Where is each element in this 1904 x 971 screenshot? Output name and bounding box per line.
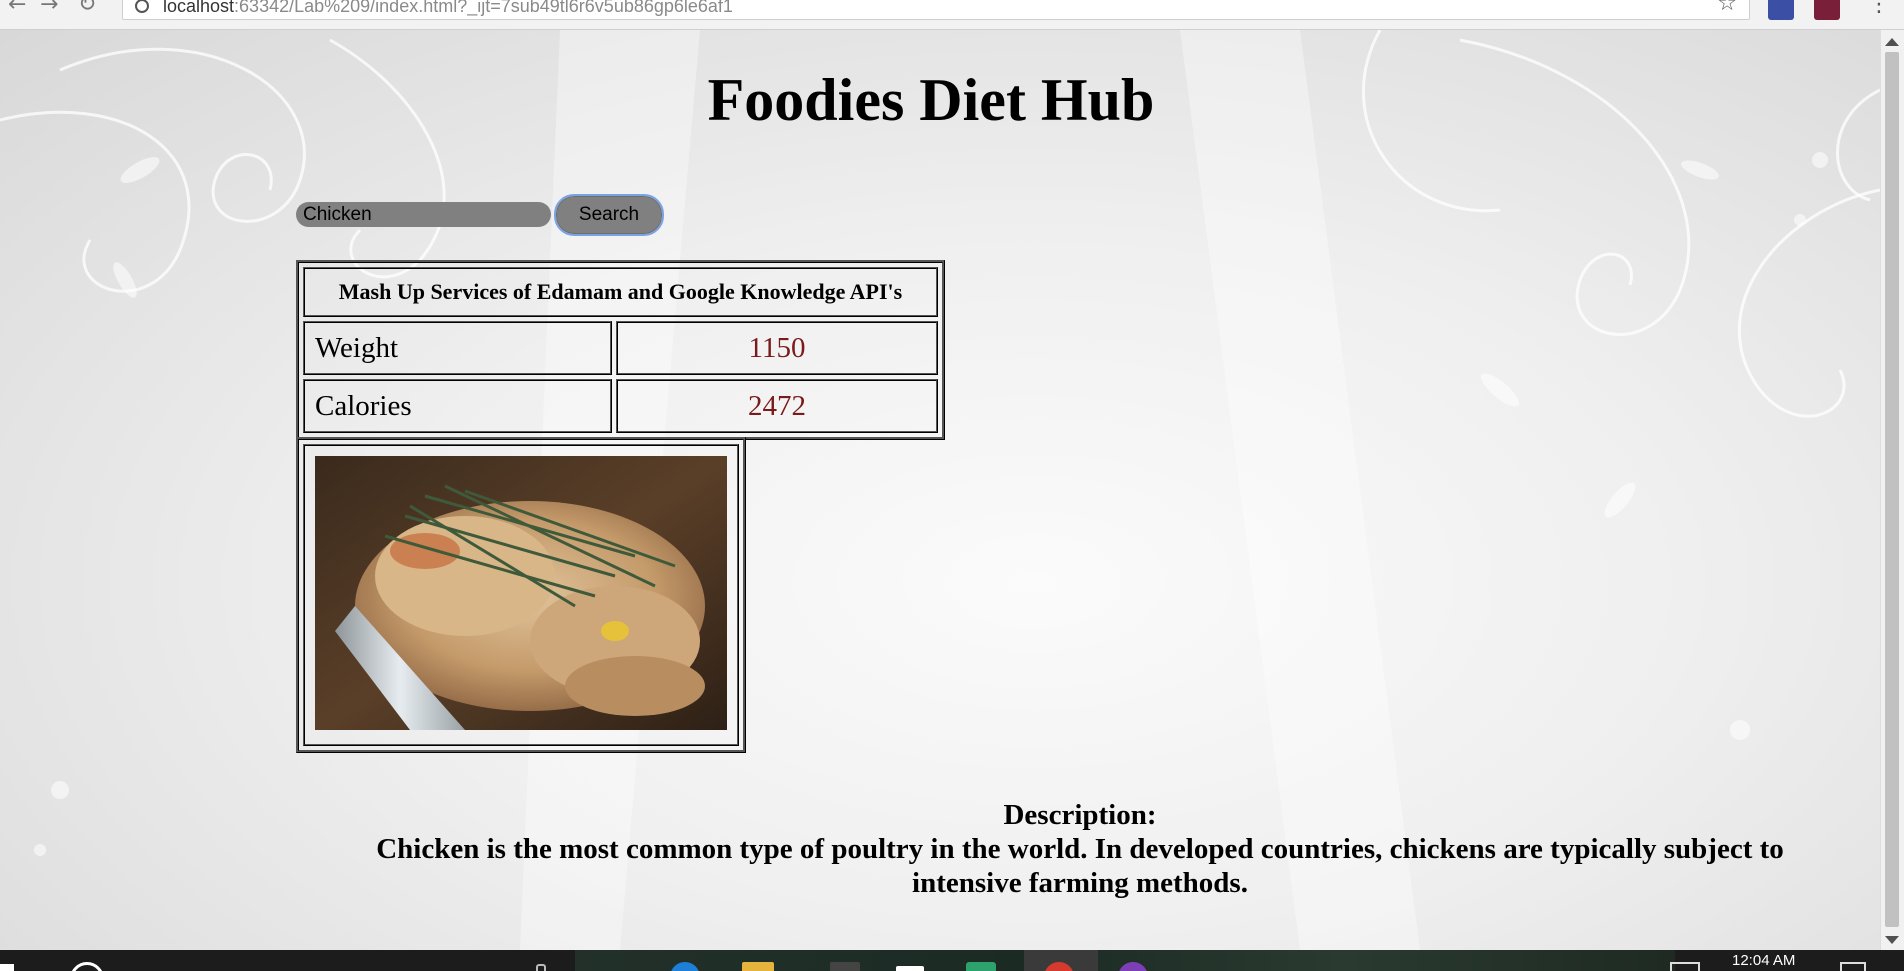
app-icon[interactable] <box>966 962 996 971</box>
extension-icon[interactable] <box>1814 0 1840 20</box>
page-background: Foodies Diet Hub Search Mash Up Services… <box>0 30 1880 950</box>
description-text: Chicken is the most common type of poult… <box>376 833 1784 899</box>
taskbar: 12:04 AM <box>0 950 1904 971</box>
table-header-row: Mash Up Services of Edamam and Google Kn… <box>303 267 938 317</box>
scroll-down-arrow-icon[interactable] <box>1885 936 1899 944</box>
table-row: Weight 1150 <box>303 321 938 375</box>
reload-icon[interactable]: ↻ <box>78 0 96 17</box>
table-header: Mash Up Services of Edamam and Google Kn… <box>303 267 938 317</box>
image-table <box>296 437 746 753</box>
results-table: Mash Up Services of Edamam and Google Kn… <box>296 260 945 440</box>
image-row <box>303 444 739 746</box>
weight-label: Weight <box>303 321 612 375</box>
notification-icon[interactable] <box>1840 962 1866 971</box>
calories-value: 2472 <box>616 379 938 433</box>
scroll-up-arrow-icon[interactable] <box>1885 38 1899 46</box>
forward-arrow-icon[interactable]: → <box>40 0 58 17</box>
address-bar[interactable]: localhost:63342/Lab%209/index.html?_ijt=… <box>122 0 1750 20</box>
extension-z-icon[interactable] <box>1768 0 1794 20</box>
url-host: localhost <box>163 0 235 16</box>
bookmark-star-icon[interactable]: ☆ <box>1717 0 1737 16</box>
back-arrow-icon[interactable]: ← <box>8 0 26 17</box>
search-button[interactable]: Search <box>554 194 664 236</box>
info-icon[interactable] <box>135 0 149 13</box>
url-port-path: :63342/Lab%209/index.html?_ijt=7sub49tl6… <box>234 0 733 16</box>
vertical-scrollbar[interactable] <box>1880 30 1904 950</box>
page-title: Foodies Diet Hub <box>707 67 1155 133</box>
file-explorer-icon[interactable] <box>742 962 774 971</box>
scrollbar-thumb[interactable] <box>1885 52 1899 927</box>
browser-toolbar: ← → ↻ localhost:63342/Lab%209/index.html… <box>0 0 1904 30</box>
menu-kebab-icon[interactable]: ⋮ <box>1868 0 1890 17</box>
roast-chicken-image <box>315 456 727 730</box>
calories-label: Calories <box>303 379 612 433</box>
store-icon[interactable] <box>830 962 860 971</box>
display-icon[interactable] <box>1670 962 1700 971</box>
description-heading: Description: <box>1003 799 1157 831</box>
table-row: Calories 2472 <box>303 379 938 433</box>
url-text[interactable]: localhost:63342/Lab%209/index.html?_ijt=… <box>163 0 733 17</box>
weight-value: 1150 <box>616 321 938 375</box>
image-cell <box>303 444 739 746</box>
start-icon[interactable] <box>0 964 14 971</box>
graduation-cap-icon[interactable] <box>896 966 924 971</box>
search-input[interactable] <box>296 202 551 227</box>
description: Description: Chicken is the most common … <box>340 798 1820 900</box>
cortana-search-icon[interactable] <box>70 962 104 971</box>
microphone-icon[interactable] <box>536 964 546 971</box>
taskbar-clock[interactable]: 12:04 AM <box>1732 952 1795 969</box>
